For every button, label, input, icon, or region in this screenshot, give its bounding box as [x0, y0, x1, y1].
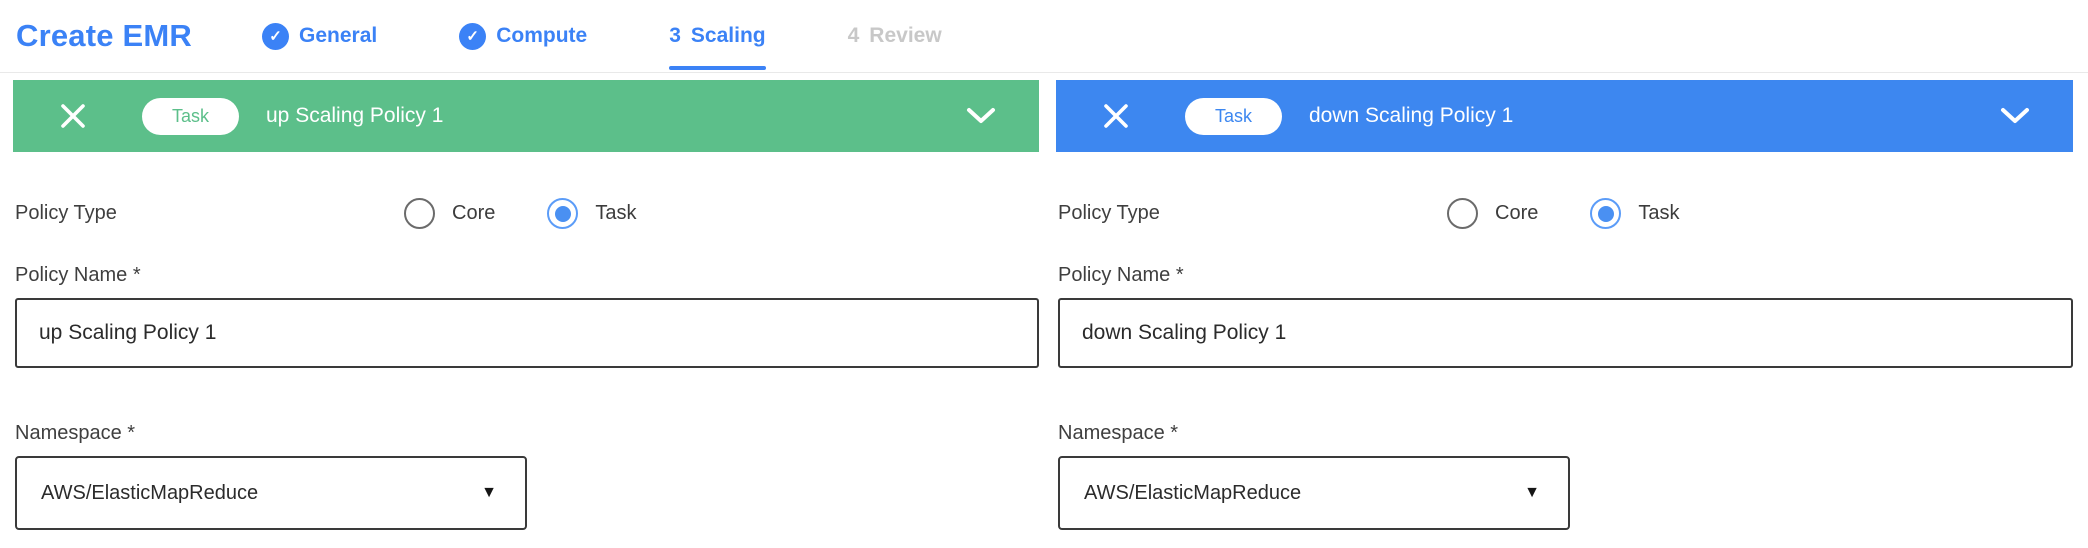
radio-task-icon[interactable] [1590, 198, 1621, 229]
radio-core-label: Core [452, 202, 495, 225]
scale-down-panel-header: Task down Scaling Policy 1 [1056, 80, 2073, 152]
policy-name-label: Policy Name * [1056, 263, 2073, 287]
wizard-steps: ✓ General ✓ Compute 3 Scaling 4 Review [262, 0, 1024, 73]
scale-up-policy-panel: Task up Scaling Policy 1 Policy Type Cor… [13, 80, 1039, 530]
chevron-down-icon[interactable] [1999, 107, 2031, 125]
radio-option-task[interactable]: Task [547, 198, 636, 229]
wizard-header: Create EMR ✓ General ✓ Compute 3 Scaling… [0, 0, 2088, 73]
radio-core-label: Core [1495, 202, 1538, 225]
step-label: Compute [496, 24, 587, 48]
radio-core-icon[interactable] [1447, 198, 1478, 229]
task-badge: Task [1185, 98, 1282, 135]
policy-type-row: Policy Type Core Task [13, 198, 1039, 229]
page-title: Create EMR [16, 18, 192, 54]
step-review[interactable]: 4 Review [848, 0, 942, 73]
step-label: General [299, 24, 377, 48]
check-circle-icon: ✓ [459, 23, 486, 50]
policy-name-input[interactable] [1058, 298, 2073, 368]
namespace-selected-value: AWS/ElasticMapReduce [1084, 482, 1301, 505]
step-general[interactable]: ✓ General [262, 0, 377, 73]
radio-task-label: Task [595, 202, 636, 225]
panel-title: up Scaling Policy 1 [266, 104, 443, 128]
policy-name-label: Policy Name * [13, 263, 1039, 287]
close-icon[interactable] [1102, 102, 1130, 130]
step-number: 3 [669, 24, 681, 48]
scale-up-panel-header: Task up Scaling Policy 1 [13, 80, 1039, 152]
policy-type-radio-group: Core Task [1447, 198, 1731, 229]
step-label: Scaling [691, 24, 766, 48]
scale-down-policy-panel: Task down Scaling Policy 1 Policy Type C… [1056, 80, 2073, 530]
step-label: Review [869, 24, 941, 48]
namespace-label: Namespace * [13, 421, 1039, 445]
step-number: 4 [848, 24, 860, 48]
policy-type-label: Policy Type [15, 202, 404, 225]
namespace-select[interactable]: AWS/ElasticMapReduce ▼ [15, 456, 527, 530]
radio-option-core[interactable]: Core [1447, 198, 1538, 229]
radio-core-icon[interactable] [404, 198, 435, 229]
policy-type-label: Policy Type [1058, 202, 1447, 225]
radio-option-core[interactable]: Core [404, 198, 495, 229]
step-scaling[interactable]: 3 Scaling [669, 0, 765, 73]
policy-type-radio-group: Core Task [404, 198, 688, 229]
radio-task-label: Task [1638, 202, 1679, 225]
scaling-policies-area: Task up Scaling Policy 1 Policy Type Cor… [0, 73, 2088, 530]
check-circle-icon: ✓ [262, 23, 289, 50]
namespace-select[interactable]: AWS/ElasticMapReduce ▼ [1058, 456, 1570, 530]
panel-title: down Scaling Policy 1 [1309, 104, 1513, 128]
policy-name-input[interactable] [15, 298, 1039, 368]
chevron-down-icon[interactable] [965, 107, 997, 125]
dropdown-caret-icon: ▼ [481, 485, 497, 501]
policy-type-row: Policy Type Core Task [1056, 198, 2073, 229]
task-badge: Task [142, 98, 239, 135]
step-compute[interactable]: ✓ Compute [459, 0, 587, 73]
close-icon[interactable] [59, 102, 87, 130]
dropdown-caret-icon: ▼ [1524, 485, 1540, 501]
radio-task-icon[interactable] [547, 198, 578, 229]
namespace-selected-value: AWS/ElasticMapReduce [41, 482, 258, 505]
radio-option-task[interactable]: Task [1590, 198, 1679, 229]
namespace-label: Namespace * [1056, 421, 2073, 445]
